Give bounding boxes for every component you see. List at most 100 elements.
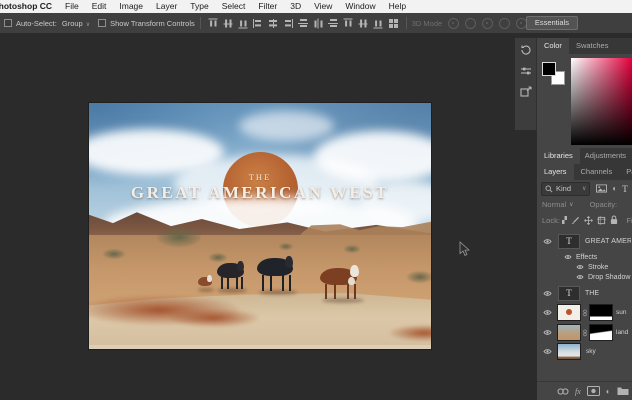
effect-row-stroke[interactable]: Stroke — [537, 262, 632, 272]
sage-bush — [157, 227, 201, 247]
filter-type-layers-icon[interactable]: T — [622, 184, 628, 194]
3d-roll-icon — [465, 17, 477, 29]
layer-row-sun[interactable]: sun — [537, 303, 632, 322]
layer-row-sky[interactable]: sky — [537, 342, 632, 360]
layer-name[interactable]: sun — [616, 309, 628, 316]
auto-select-dropdown[interactable]: Group ∨ — [62, 19, 90, 28]
layer-thumbnail-sun[interactable] — [557, 304, 581, 321]
transform-panel-icon[interactable] — [520, 86, 532, 98]
align-right-edges-icon[interactable] — [283, 18, 294, 28]
menu-type[interactable]: Type — [190, 0, 208, 13]
tab-adjustments[interactable]: Adjustments — [580, 148, 631, 164]
sage-bush — [344, 245, 360, 253]
visibility-eye-icon[interactable] — [543, 290, 552, 297]
new-adjustment-layer-icon[interactable]: ◐ — [606, 387, 611, 396]
foreground-color-swatch[interactable] — [542, 62, 556, 76]
library-panel-tabs: Libraries Adjustments Styles — [537, 148, 632, 164]
chevron-down-icon: ∨ — [569, 202, 574, 208]
text-layer-thumbnail[interactable]: T — [558, 234, 580, 249]
divider — [405, 17, 407, 29]
menu-window[interactable]: Window — [345, 0, 375, 13]
menu-3d[interactable]: 3D — [290, 0, 301, 13]
align-top-edges-icon[interactable] — [209, 18, 218, 28]
link-layers-icon[interactable] — [557, 387, 569, 396]
filter-adjustment-layers-icon[interactable]: ◐ — [612, 184, 617, 193]
color-picker-field[interactable] — [571, 58, 632, 145]
mask-link-icon[interactable] — [582, 308, 588, 318]
auto-select-label: Auto-Select: — [16, 18, 57, 28]
distribute-bottom-edges-icon[interactable] — [328, 18, 339, 28]
show-transform-checkbox[interactable] — [98, 19, 107, 27]
distribute-top-edges-icon[interactable] — [298, 18, 309, 28]
visibility-eye-icon[interactable] — [543, 309, 552, 316]
menu-edit[interactable]: Edit — [92, 0, 107, 13]
menu-view[interactable]: View — [314, 0, 332, 13]
workspace-switcher-button[interactable]: Essentials — [525, 16, 578, 30]
align-horizontal-centers-icon[interactable] — [268, 18, 278, 28]
menu-layer[interactable]: Layer — [156, 0, 177, 13]
filter-kind-dropdown[interactable]: Kind ∨ — [541, 181, 591, 196]
layer-name[interactable]: THE — [585, 290, 631, 297]
auto-select-checkbox[interactable] — [4, 19, 12, 27]
tab-color[interactable]: Color — [537, 38, 569, 54]
layer-row-the[interactable]: T THE — [537, 285, 632, 302]
layer-mask-thumbnail[interactable] — [589, 304, 613, 321]
lock-transparency-icon[interactable] — [562, 216, 567, 224]
layer-row-great-american-west[interactable]: T GREAT AMERICAN WEST — [537, 233, 632, 250]
layer-mask-thumbnail[interactable] — [589, 324, 613, 341]
foreground-background-swatches[interactable] — [542, 62, 566, 86]
lock-pixels-brush-icon[interactable] — [571, 216, 580, 225]
lock-all-icon[interactable] — [610, 215, 618, 225]
layer-style-fx-icon[interactable]: fx — [575, 387, 581, 396]
text-layer-thumbnail[interactable]: T — [558, 286, 580, 301]
menu-help[interactable]: Help — [389, 0, 406, 13]
visibility-eye-icon[interactable] — [543, 329, 552, 336]
distribute-vertical-centers-icon[interactable] — [314, 18, 323, 28]
layer-thumbnail-landscape[interactable] — [557, 324, 581, 341]
align-left-edges-icon[interactable] — [253, 18, 263, 28]
distribute-right-edges-icon[interactable] — [374, 18, 383, 28]
effect-row-drop-shadow[interactable]: Drop Shadow — [537, 272, 632, 282]
history-panel-icon[interactable] — [520, 44, 532, 56]
tab-libraries[interactable]: Libraries — [537, 148, 580, 164]
align-bottom-edges-icon[interactable] — [239, 18, 248, 28]
calf — [198, 275, 214, 292]
blend-mode-dropdown[interactable]: Normal — [542, 200, 566, 209]
mask-link-icon[interactable] — [582, 328, 588, 338]
menu-image[interactable]: Image — [119, 0, 143, 13]
layer-name[interactable]: sky — [586, 348, 626, 355]
divider — [199, 17, 201, 29]
menu-select[interactable]: Select — [222, 0, 246, 13]
layer-name[interactable]: GREAT AMERICAN WEST — [585, 238, 631, 245]
layer-row-landscape[interactable]: landscape — [537, 323, 632, 342]
align-vertical-centers-icon[interactable] — [224, 18, 233, 28]
properties-panel-icon[interactable] — [520, 65, 532, 77]
layer-filter-row: Kind ∨ ◐ T — [537, 180, 632, 197]
layer-name[interactable]: landscape — [616, 329, 628, 336]
layer-thumbnail-sky[interactable] — [557, 342, 581, 360]
tab-layers[interactable]: Layers — [537, 164, 574, 180]
distribute-horizontal-centers-icon[interactable] — [359, 18, 368, 28]
menu-file[interactable]: File — [65, 0, 79, 13]
distribute-spacing-icon[interactable] — [388, 18, 398, 28]
lock-artboard-icon[interactable] — [597, 216, 606, 225]
document-canvas[interactable]: THE GREAT AMERICAN WEST — [89, 103, 431, 349]
effects-header-row[interactable]: Effects — [537, 252, 632, 262]
lock-position-icon[interactable] — [584, 216, 593, 225]
new-group-icon[interactable] — [617, 386, 629, 396]
tab-paths[interactable]: Paths — [619, 164, 632, 180]
tab-swatches[interactable]: Swatches — [569, 38, 616, 54]
visibility-eye-icon[interactable] — [543, 348, 552, 355]
tab-channels[interactable]: Channels — [574, 164, 620, 180]
lock-label: Lock: — [542, 215, 560, 225]
distribute-left-edges-icon[interactable] — [344, 18, 353, 28]
visibility-eye-icon[interactable] — [576, 274, 584, 280]
filter-pixel-layers-icon[interactable] — [596, 184, 607, 193]
menu-filter[interactable]: Filter — [258, 0, 277, 13]
mouse-cursor — [459, 241, 471, 257]
visibility-eye-icon[interactable] — [564, 254, 572, 260]
visibility-eye-icon[interactable] — [576, 264, 584, 270]
fill-label: Fill: — [626, 215, 632, 225]
add-layer-mask-icon[interactable] — [587, 386, 600, 396]
visibility-eye-icon[interactable] — [543, 238, 552, 245]
